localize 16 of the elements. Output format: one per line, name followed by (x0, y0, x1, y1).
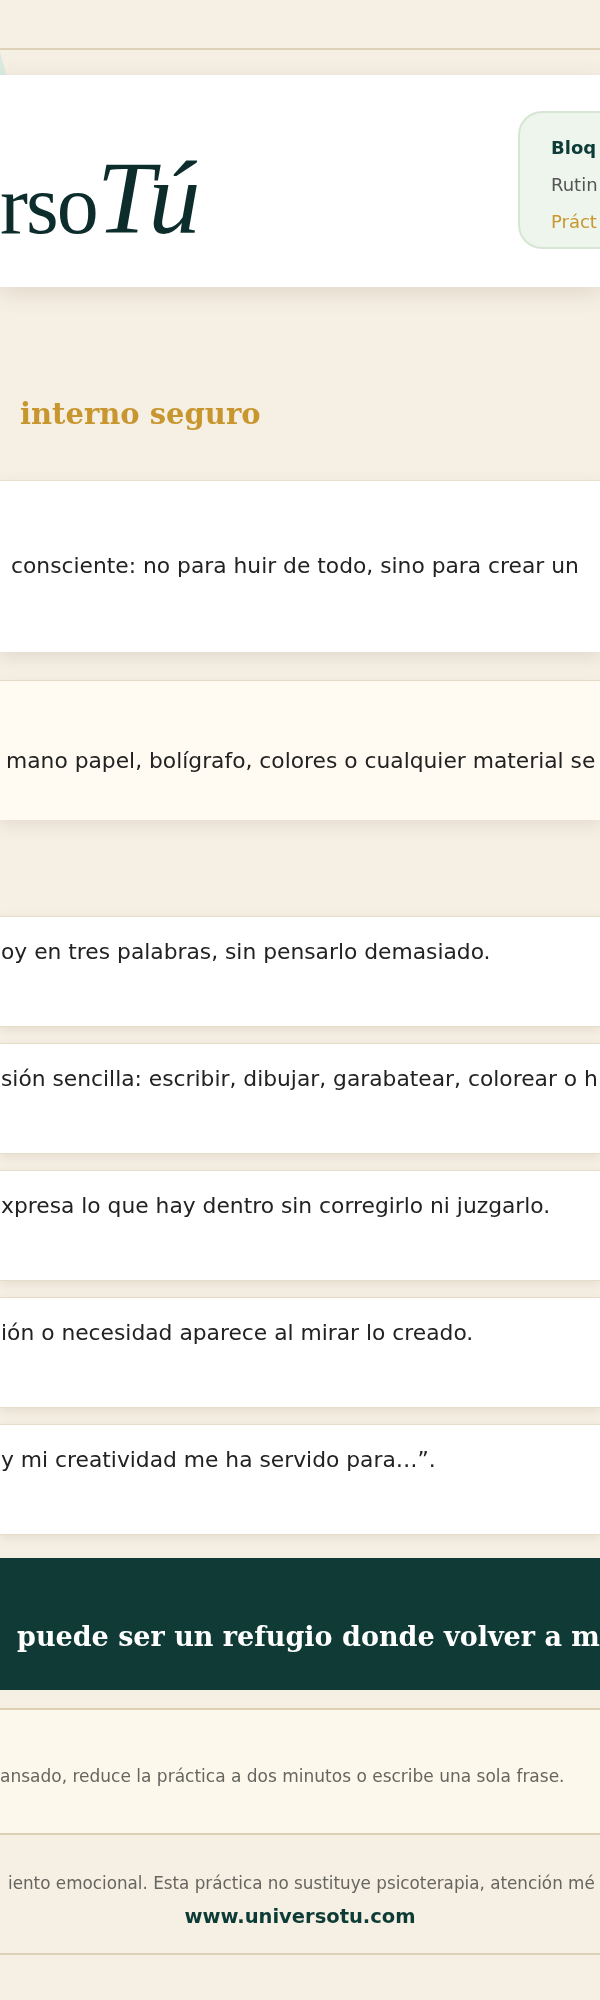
disclaimer-text: iento emocional. Esta práctica no sustituye psicoterapia, atención mé (7, 1872, 595, 1895)
tip-text: ansado, reduce la práctica a dos minutos o escribe una sola frase. (0, 1765, 565, 1788)
logo: rsoTú (0, 146, 195, 250)
banner-text: puede ser un refugio donde volver a m (17, 1620, 600, 1654)
materials-text: mano papel, bolígrafo, colores o cualquier material se (6, 747, 596, 775)
step-text: ión o necesidad aparece al mirar lo creado. (1, 1319, 474, 1347)
badge-tag: Práct (551, 202, 597, 240)
step-text: y mi creatividad me ha servido para…”. (1, 1446, 436, 1474)
badge-subtitle: Rutin (551, 172, 598, 197)
step-text: sión sencilla: escribir, dibujar, garabatear, colorear o h (1, 1065, 598, 1093)
section-title: interno seguro (19, 397, 261, 431)
step-text: oy en tres palabras, sin pensarlo demasiado. (1, 938, 491, 966)
website-link[interactable]: www.universotu.com (184, 1905, 416, 1928)
step-text: xpresa lo que hay dentro sin corregirlo ni juzgarlo. (1, 1192, 551, 1220)
intro-text: consciente: no para huir de todo, sino para crear un (11, 552, 579, 580)
badge-title: Bloq (551, 135, 597, 160)
